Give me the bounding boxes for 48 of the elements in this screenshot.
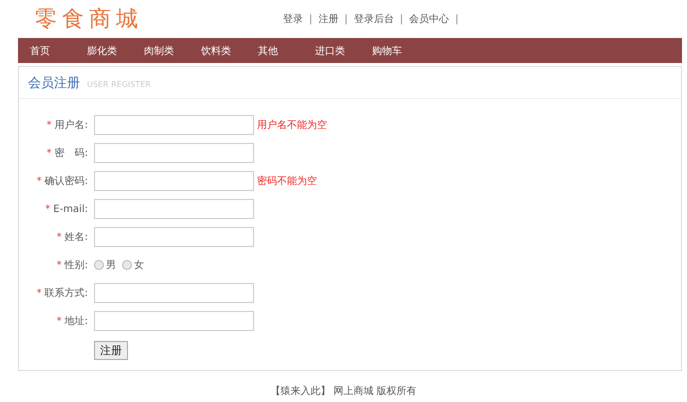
nav-item[interactable]: 首页 — [30, 44, 87, 58]
field-label: 确认密码: — [44, 176, 88, 187]
nav-item[interactable]: 其他 — [258, 44, 315, 58]
top-link[interactable]: 登录后台 — [354, 12, 394, 26]
field-label: 密 码: — [54, 148, 88, 159]
link-separator: | — [400, 14, 404, 24]
field-label: 性别: — [64, 260, 88, 271]
input-field[interactable] — [94, 199, 254, 219]
required-mark: * — [46, 148, 52, 159]
radio-button[interactable] — [94, 260, 104, 270]
required-mark: * — [56, 260, 62, 271]
panel-title: 会员注册 — [28, 75, 80, 92]
input-field[interactable] — [94, 143, 254, 163]
top-link[interactable]: 会员中心 — [409, 12, 450, 26]
required-mark: * — [56, 232, 62, 243]
nav-item[interactable]: 购物车 — [372, 44, 429, 58]
top-link[interactable]: 登录 — [283, 12, 303, 26]
nav-item[interactable]: 进口类 — [315, 44, 372, 58]
top-link[interactable]: 注册 — [318, 12, 338, 26]
required-mark: * — [56, 316, 62, 327]
nav-item[interactable]: 饮料类 — [201, 44, 258, 58]
logo: 零食商城 — [35, 6, 144, 34]
radio-label: 女 — [134, 259, 144, 272]
field-label: 联系方式: — [44, 288, 88, 299]
link-separator: | — [455, 14, 458, 24]
required-mark: * — [36, 176, 42, 187]
required-mark: * — [46, 120, 52, 131]
input-field[interactable] — [94, 115, 254, 135]
error-message: 密码不能为空 — [257, 174, 317, 188]
field-label: 地址: — [64, 316, 88, 327]
nav-item[interactable]: 肉制类 — [144, 44, 201, 58]
link-separator: | — [344, 14, 348, 24]
input-field[interactable] — [94, 311, 254, 331]
radio-button[interactable] — [122, 260, 132, 270]
link-separator: | — [309, 14, 312, 24]
error-message: 用户名不能为空 — [257, 118, 327, 132]
input-field[interactable] — [94, 283, 254, 303]
radio-label: 男 — [106, 259, 116, 272]
field-label: 用户名: — [54, 120, 88, 131]
required-mark: * — [36, 288, 42, 299]
field-label: 姓名: — [64, 232, 88, 243]
footer-text: 【猿来入此】 网上商城 版权所有 — [269, 384, 418, 398]
input-field[interactable] — [94, 171, 254, 191]
field-label: E-mail: — [53, 204, 88, 214]
required-mark: * — [45, 204, 50, 214]
register-button[interactable]: 注册 — [94, 341, 128, 360]
nav-item[interactable]: 膨化类 — [87, 44, 144, 58]
input-field[interactable] — [94, 227, 254, 247]
